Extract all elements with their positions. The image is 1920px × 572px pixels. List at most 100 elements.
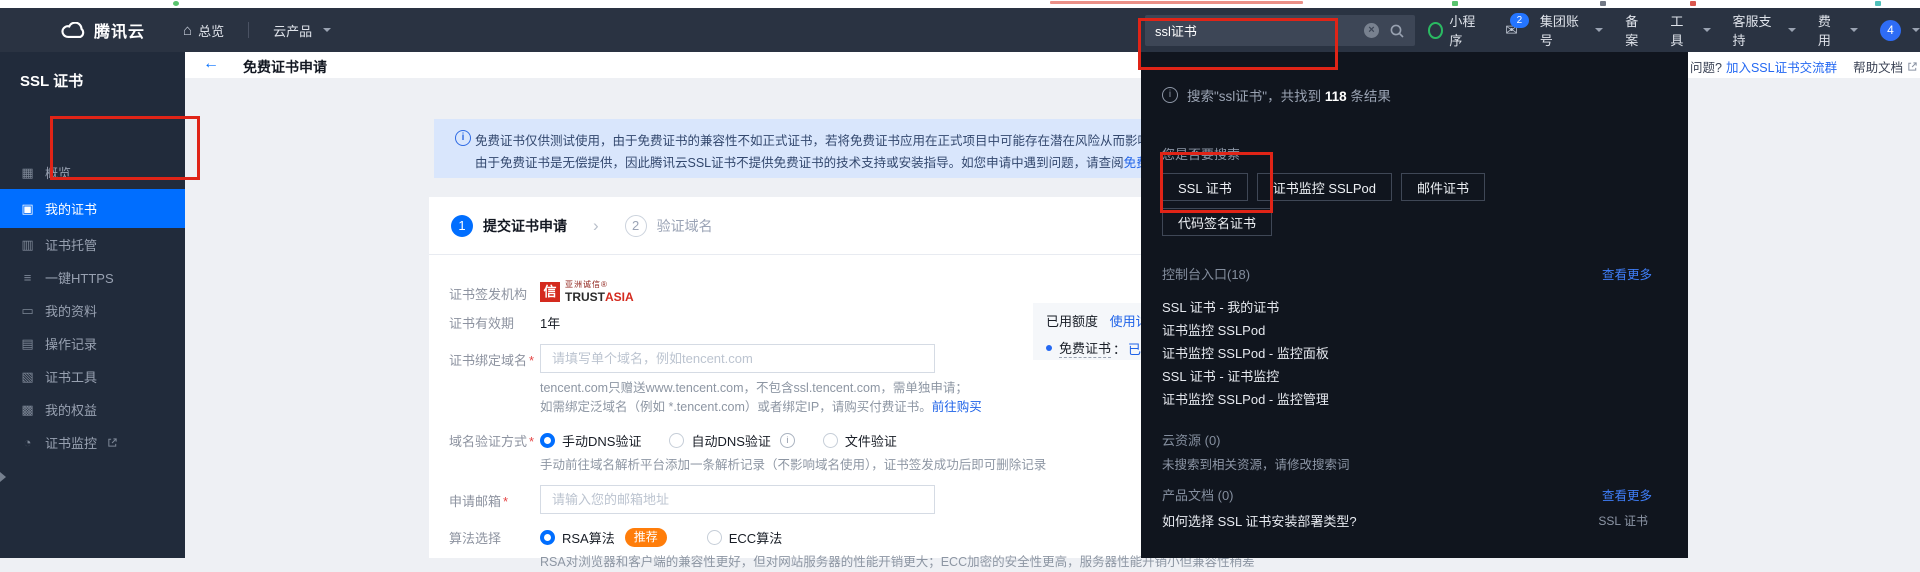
suggest-ssl-cert-button[interactable]: SSL 证书 [1162, 173, 1248, 201]
nav-beian[interactable]: 备案 [1625, 11, 1648, 49]
search-input[interactable] [1145, 23, 1364, 38]
docs-view-more-link[interactable]: 查看更多 [1602, 485, 1652, 504]
monitor-icon: ◔ [20, 435, 35, 450]
verify-label: 域名验证方式* [449, 431, 540, 450]
doc-result-item[interactable]: 如何选择 SSL 证书安装部署类型? [1162, 511, 1357, 530]
sidebar-item-operation-log[interactable]: ▤ 操作记录 [0, 327, 185, 360]
chevron-down-icon [1703, 28, 1711, 32]
radio-icon [823, 433, 838, 448]
info-icon: i [1162, 87, 1178, 103]
help-doc-link[interactable]: 帮助文档 [1853, 57, 1903, 76]
favicon-artifact [173, 1, 179, 6]
sidebar-item-my-certificates[interactable]: ▣ 我的证书 [0, 189, 185, 228]
console-view-more-link[interactable]: 查看更多 [1602, 264, 1652, 283]
recommended-badge: 推荐 [625, 528, 667, 547]
chevron-down-icon [323, 28, 331, 32]
console-entry[interactable]: 证书监控 SSLPod - 监控管理 [1162, 389, 1329, 408]
sidebar-title: SSL 证书 [0, 52, 185, 91]
domain-help: tencent.com只赠送www.tencent.com，不包含ssl.ten… [540, 379, 982, 417]
radio-auto-dns[interactable]: 自动DNS验证 i [669, 431, 794, 450]
suggest-email-cert-button[interactable]: 邮件证书 [1401, 173, 1485, 201]
info-icon: i [455, 130, 471, 146]
console-entry[interactable]: 证书监控 SSLPod - 监控面板 [1162, 343, 1329, 362]
radio-manual-dns[interactable]: 手动DNS验证 [540, 431, 641, 450]
sidebar-item-my-benefits[interactable]: ▩ 我的权益 [0, 393, 185, 426]
email-label: 申请邮箱* [449, 485, 540, 510]
sidebar-collapse-handle[interactable] [0, 472, 6, 482]
buy-cert-link[interactable]: 前往购买 [932, 400, 982, 414]
radio-rsa[interactable]: RSA算法 [540, 528, 615, 547]
quota-title: 已用额度 [1046, 314, 1098, 329]
suggest-buttons-row1: SSL 证书 证书监控 SSLPod 邮件证书 [1162, 173, 1485, 201]
radio-file-verify[interactable]: 文件验证 [823, 431, 897, 450]
resource-empty-text: 未搜索到相关资源，请修改搜索词 [1162, 454, 1350, 473]
nav-tools[interactable]: 工具 [1670, 11, 1710, 49]
doc-result-tag: SSL 证书 [1598, 512, 1648, 529]
folder-icon: ▭ [20, 303, 35, 319]
back-arrow-icon[interactable]: ← [203, 55, 219, 73]
cloud-resource-header: 云资源 (0) [1162, 430, 1221, 449]
clear-search-icon[interactable]: × [1364, 23, 1379, 38]
result-count: 118 [1325, 89, 1347, 104]
nav-overview[interactable]: ⌂ 总览 [183, 21, 224, 40]
bullet-icon [1046, 345, 1052, 351]
avatar: 4 [1880, 20, 1901, 41]
radio-ecc[interactable]: ECC算法 [707, 528, 782, 547]
validity-value: 1年 [540, 313, 560, 332]
radio-icon [669, 433, 684, 448]
sidebar: SSL 证书 ▦ 概览 ▣ 我的证书 ▥ 证书托管 ≡ 一键HTTPS ▭ 我的… [0, 52, 185, 558]
sidebar-item-cert-tools[interactable]: ▧ 证书工具 [0, 360, 185, 393]
sidebar-item-overview[interactable]: ▦ 概览 [0, 156, 185, 189]
console-entry[interactable]: SSL 证书 - 我的证书 [1162, 297, 1279, 316]
global-search-box[interactable]: × [1145, 15, 1415, 46]
nav-support[interactable]: 客服支持 [1733, 11, 1796, 49]
free-cert-term: 免费证书 [1059, 338, 1111, 358]
radio-icon [707, 530, 722, 545]
banner-line1: 免费证书仅供测试使用，由于免费证书的兼容性不如正式证书，若将免费证书应用在正式项… [475, 130, 1238, 149]
search-icon[interactable] [1389, 23, 1405, 39]
browser-top-strip [0, 0, 1920, 8]
nav-mini-program[interactable]: 小程序 [1428, 11, 1483, 49]
tools-icon: ▧ [20, 369, 35, 385]
console-entry[interactable]: 证书监控 SSLPod [1162, 320, 1265, 339]
join-group-link[interactable]: 加入SSL证书交流群 [1726, 57, 1837, 76]
nav-account[interactable]: 4 [1880, 20, 1920, 41]
suggest-code-sign-button[interactable]: 代码签名证书 [1162, 208, 1272, 236]
benefits-icon: ▩ [20, 402, 35, 418]
issuer-label: 证书签发机构 [449, 281, 540, 303]
tencent-cloud-logo[interactable]: 腾讯云 [60, 18, 145, 42]
brand-text: 腾讯云 [94, 18, 145, 42]
step-chevron-icon: › [593, 216, 599, 236]
mini-program-icon [1428, 22, 1443, 39]
suggest-label: 您是否要搜索 [1162, 144, 1240, 163]
radio-selected-icon [540, 433, 555, 448]
external-link-icon [1907, 60, 1918, 74]
trustasia-logo: 信 亚洲诚信® TRUSTASIA [540, 281, 634, 303]
home-icon: ⌂ [183, 22, 192, 39]
sidebar-item-my-info[interactable]: ▭ 我的资料 [0, 294, 185, 327]
sliders-icon: ≡ [20, 270, 35, 285]
step2-circle: 2 [625, 215, 647, 237]
search-results-dropdown: i 搜索"ssl证书"，共找到 118 条结果 您是否要搜索 SSL 证书 证书… [1141, 52, 1688, 558]
nav-messages[interactable]: ✉ 2 [1505, 21, 1518, 39]
email-input[interactable] [540, 485, 935, 514]
domain-input[interactable] [540, 344, 935, 373]
step1-circle: 1 [451, 215, 473, 237]
step2-label: 验证域名 [657, 216, 713, 236]
help-links: 问题? 加入SSL证书交流群 帮助文档 [1690, 57, 1918, 76]
radio-selected-icon [540, 530, 555, 545]
certificate-icon: ▣ [20, 201, 35, 217]
cloud-logo-icon [60, 22, 86, 39]
sidebar-item-one-click-https[interactable]: ≡ 一键HTTPS [0, 261, 185, 294]
suggest-sslpod-button[interactable]: 证书监控 SSLPod [1257, 173, 1392, 201]
page-title: 免费证书申请 [243, 57, 327, 77]
nav-group-account[interactable]: 集团账号 [1540, 11, 1603, 49]
favicon-artifact [1600, 1, 1606, 6]
chevron-down-icon [1850, 28, 1858, 32]
sidebar-item-cert-monitor[interactable]: ◔ 证书监控 [0, 426, 185, 459]
nav-products[interactable]: 云产品 [273, 21, 331, 40]
chevron-down-icon [1788, 28, 1796, 32]
nav-billing[interactable]: 费用 [1818, 11, 1858, 49]
sidebar-item-cert-hosting[interactable]: ▥ 证书托管 [0, 228, 185, 261]
console-entry[interactable]: SSL 证书 - 证书监控 [1162, 366, 1279, 385]
